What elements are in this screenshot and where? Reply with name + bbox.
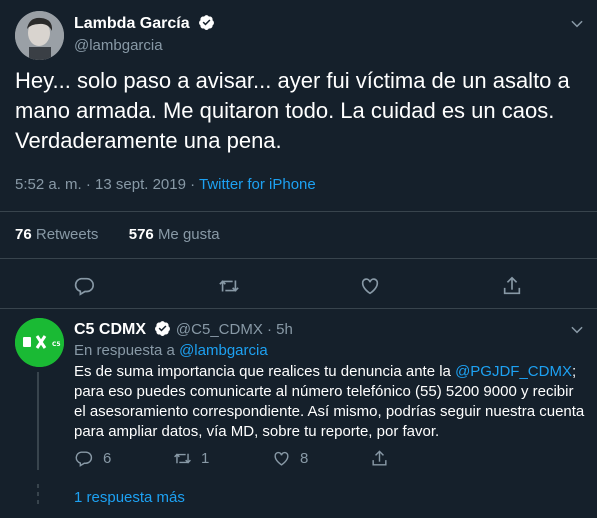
author-name[interactable]: Lambda García <box>74 15 190 32</box>
tweet-meta: 5:52 a. m. · 13 sept. 2019 · Twitter for… <box>15 176 316 193</box>
reply-icon[interactable] <box>74 449 93 468</box>
retweet-icon[interactable] <box>218 275 240 297</box>
author-name-row: Lambda García <box>74 14 215 33</box>
reply-text-part: Es de suma importancia que realices tu d… <box>74 363 456 380</box>
divider <box>0 211 597 212</box>
author-avatar[interactable] <box>15 11 64 60</box>
more-replies-link[interactable]: 1 respuesta más <box>74 489 185 506</box>
share-icon[interactable] <box>501 275 523 297</box>
retweet-count: 1 <box>201 450 210 467</box>
retweets-label: Retweets <box>35 226 99 243</box>
like-icon[interactable] <box>272 449 291 468</box>
in-reply-to: En respuesta a @lambgarcia <box>74 342 268 359</box>
reply-icon[interactable] <box>73 275 95 297</box>
reply-count: 6 <box>103 450 112 467</box>
thread-line <box>37 372 39 470</box>
c5-logo-text: C5 <box>52 341 61 348</box>
retweet-icon[interactable] <box>173 449 192 468</box>
reply-author-name[interactable]: C5 CDMX <box>74 321 146 338</box>
author-handle[interactable]: @lambgarcia <box>74 37 163 54</box>
tweet-timestamp[interactable]: 5:52 a. m. · 13 sept. 2019 · <box>15 176 199 193</box>
tweet-stats: 76 Retweets 576 Me gusta <box>15 226 220 243</box>
in-reply-prefix: En respuesta a <box>74 342 180 359</box>
reply-text: Es de suma importancia que realices tu d… <box>74 362 589 442</box>
reply-author-row: C5 CDMX @C5_CDMX · 5h <box>74 320 293 339</box>
mention-link[interactable]: @PGJDF_CDMX <box>455 363 572 380</box>
tweet-source-link[interactable]: Twitter for iPhone <box>199 176 316 193</box>
verified-badge-icon <box>198 14 215 31</box>
chevron-down-icon[interactable] <box>568 321 586 339</box>
like-icon[interactable] <box>359 275 381 297</box>
chevron-down-icon[interactable] <box>568 15 586 33</box>
likes-count: 576 <box>128 226 154 243</box>
in-reply-handle-link[interactable]: @lambgarcia <box>179 342 268 359</box>
like-count: 8 <box>300 450 309 467</box>
tweet-text: Hey... solo paso a avisar... ayer fui ví… <box>15 68 570 153</box>
reply-author-avatar[interactable]: C5 <box>15 318 64 367</box>
likes-stat[interactable]: 576 Me gusta <box>129 226 220 243</box>
divider <box>0 308 597 309</box>
divider <box>0 258 597 259</box>
retweets-stat[interactable]: 76 Retweets <box>15 226 98 243</box>
likes-label: Me gusta <box>157 226 220 243</box>
share-icon[interactable] <box>370 449 389 468</box>
retweets-count: 76 <box>15 226 32 243</box>
reply-author-handle[interactable]: @C5_CDMX · 5h <box>176 321 293 338</box>
verified-badge-icon <box>154 320 171 337</box>
thread-dots <box>37 484 39 508</box>
